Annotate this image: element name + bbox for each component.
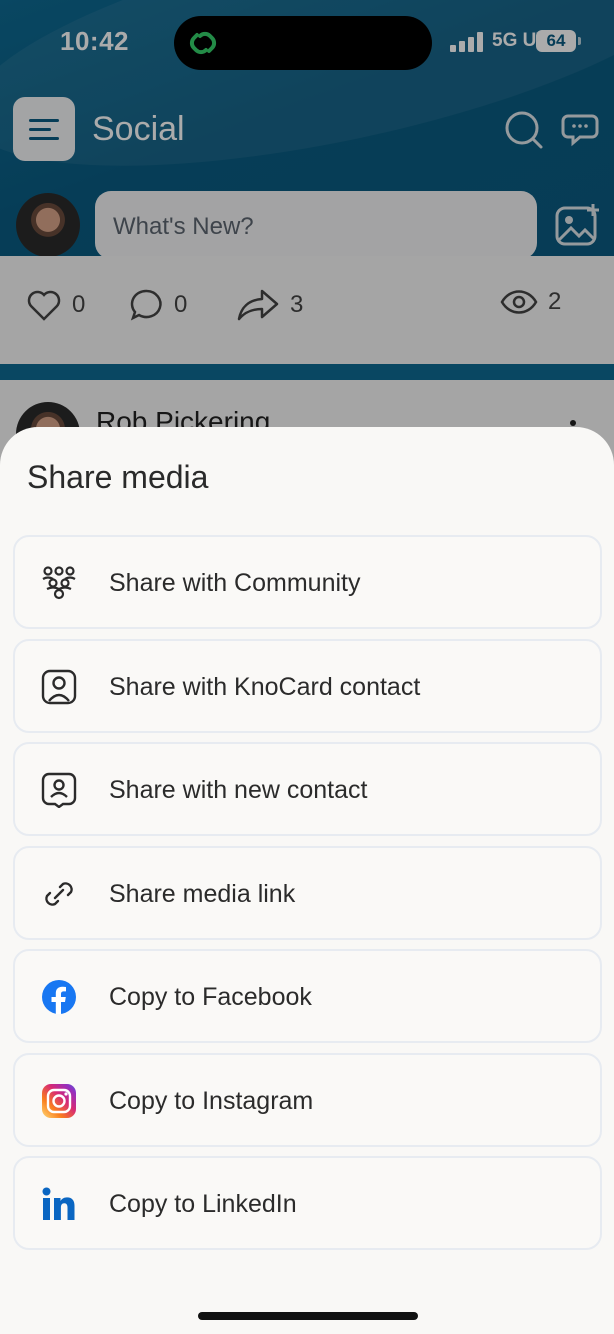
new-contact-icon xyxy=(41,772,77,808)
share-media-sheet: Share media Share with Community Share w… xyxy=(0,427,614,1334)
option-label: Copy to Facebook xyxy=(109,983,312,1011)
link-icon xyxy=(45,882,73,906)
copy-to-instagram-option[interactable]: Copy to Instagram xyxy=(13,1053,602,1147)
share-media-link-option[interactable]: Share media link xyxy=(13,846,602,940)
linkedin-icon xyxy=(42,1187,75,1220)
option-label: Share with Community xyxy=(109,569,361,597)
option-label: Copy to Instagram xyxy=(109,1087,314,1115)
sheet-title: Share media xyxy=(27,459,209,495)
option-label: Copy to LinkedIn xyxy=(109,1190,297,1218)
copy-to-linkedin-option[interactable]: Copy to LinkedIn xyxy=(13,1156,602,1250)
option-label: Share with KnoCard contact xyxy=(109,673,421,701)
share-with-knocard-contact-option[interactable]: Share with KnoCard contact xyxy=(13,639,602,733)
contact-card-icon xyxy=(41,669,77,705)
share-with-community-option[interactable]: Share with Community xyxy=(13,535,602,629)
copy-to-facebook-option[interactable]: Copy to Facebook xyxy=(13,949,602,1043)
share-with-new-contact-option[interactable]: Share with new contact xyxy=(13,742,602,836)
community-icon xyxy=(42,566,76,600)
instagram-icon xyxy=(42,1084,76,1118)
option-label: Share with new contact xyxy=(109,776,368,804)
facebook-icon xyxy=(42,980,76,1014)
home-indicator[interactable] xyxy=(198,1312,418,1320)
option-label: Share media link xyxy=(109,880,296,908)
